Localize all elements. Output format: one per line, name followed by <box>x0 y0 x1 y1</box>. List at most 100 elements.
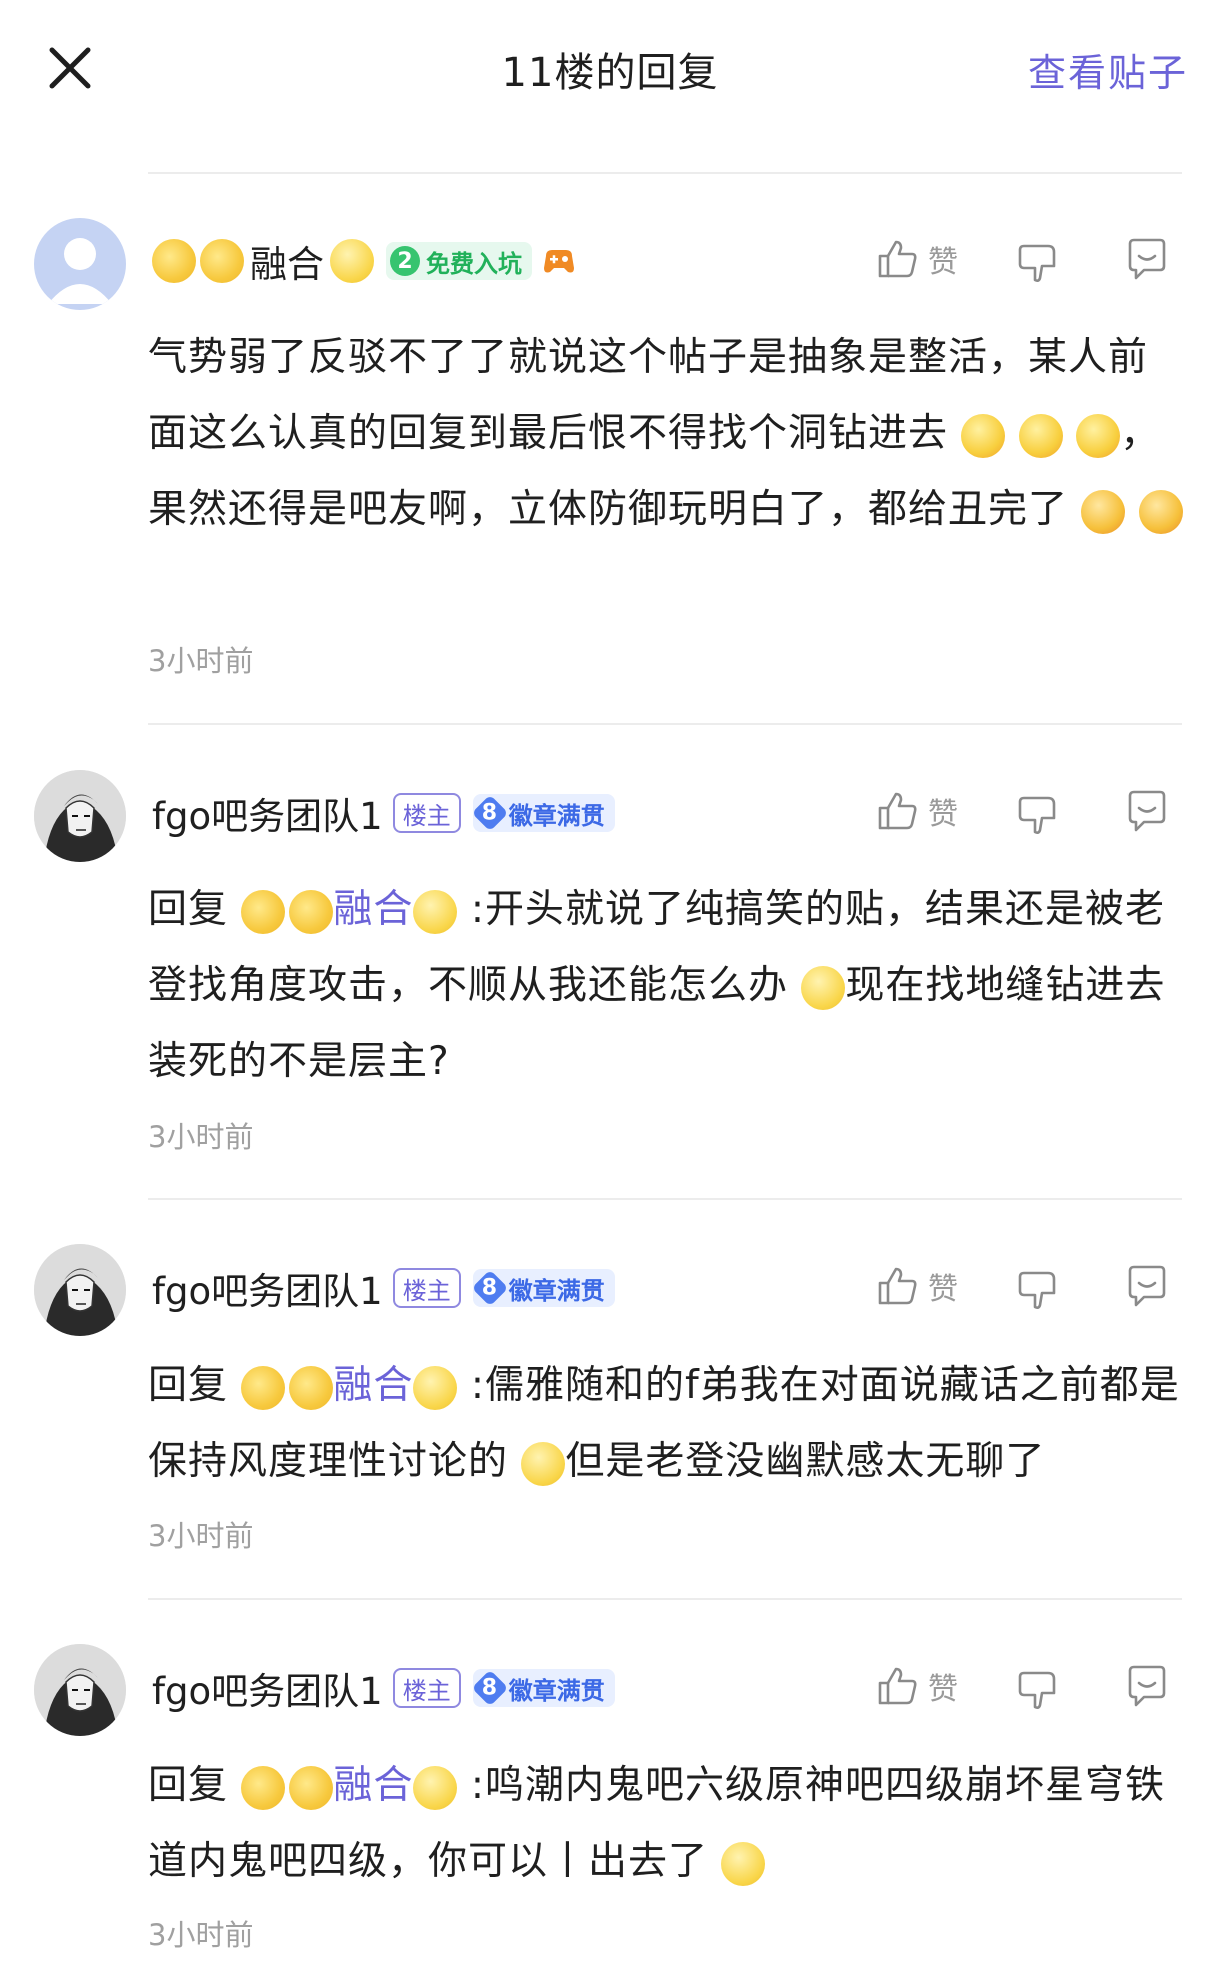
comment-text: 回复 融合 :开头就说了纯搞笑的贴，结果还是被老登找角度攻击，不顺从我还能怎么办… <box>148 872 1184 1100</box>
like-label: 赞 <box>928 1272 958 1307</box>
username-row[interactable]: 融合 2 免费入坑 <box>152 233 576 289</box>
timestamp: 3小时前 <box>148 1120 254 1154</box>
smile-emoji-icon <box>330 239 374 283</box>
owner-tag: 楼主 <box>392 1268 461 1308</box>
comment-text: 回复 融合 :儒雅随和的f弟我在对面说藏话之前都是保持风度理性讨论的 但是老登没… <box>148 1348 1184 1500</box>
laughing-emoji-icon <box>1018 413 1063 458</box>
close-button[interactable] <box>40 38 100 98</box>
reply-target-user[interactable]: 融合 <box>333 887 413 932</box>
like-button[interactable]: 赞 <box>874 1263 958 1309</box>
moon-emoji-icon <box>241 1365 286 1410</box>
manga-portrait-icon <box>34 1644 126 1736</box>
close-icon <box>49 47 91 89</box>
timestamp: 3小时前 <box>148 644 254 678</box>
like-label: 赞 <box>928 1672 958 1707</box>
divider <box>148 723 1182 725</box>
angry-emoji-icon <box>1081 489 1126 534</box>
moon-emoji-icon <box>289 1765 334 1810</box>
smile-emoji-icon <box>413 889 458 934</box>
avatar[interactable] <box>34 218 126 310</box>
level-number: 8 <box>471 1269 509 1307</box>
level-badge: 8 徽章满贯 <box>471 794 615 832</box>
view-post-link[interactable]: 查看贴子 <box>1028 42 1188 97</box>
smile-emoji-icon <box>721 1841 766 1886</box>
username: fgo吧务团队1 <box>152 1670 383 1713</box>
divider <box>148 1598 1182 1600</box>
moon-emoji-icon <box>289 1365 334 1410</box>
manga-portrait-icon <box>34 770 126 862</box>
owner-tag: 楼主 <box>392 793 461 833</box>
comment-text: 回复 融合 :鸣潮内鬼吧六级原神吧四级崩坏星穹铁道内鬼吧四级，你可以丨出去了 <box>148 1748 1184 1900</box>
avatar[interactable] <box>34 1244 126 1336</box>
owner-tag: 楼主 <box>392 1668 461 1708</box>
smile-emoji-icon <box>413 1365 458 1410</box>
avatar[interactable] <box>34 770 126 862</box>
shush-emoji-icon <box>801 965 846 1010</box>
badge-text: 免费入坑 <box>426 249 522 278</box>
dislike-button[interactable] <box>1016 792 1062 838</box>
badge-text: 徽章满贯 <box>508 801 605 830</box>
thumbs-down-icon <box>1018 1671 1056 1709</box>
level-badge: 8 徽章满贯 <box>471 1669 615 1707</box>
comment-text: 气势弱了反驳不了了就说这个帖子是抽象是整活，某人前面这么认真的回复到最后恨不得找… <box>148 320 1184 548</box>
default-avatar-icon <box>48 238 112 304</box>
laughing-emoji-icon <box>1076 413 1121 458</box>
reply-target-user[interactable]: 融合 <box>333 1763 413 1808</box>
top-bar: 11楼的回复 查看贴子 <box>0 0 1220 140</box>
angry-emoji-icon <box>1138 489 1183 534</box>
level-number-text: 8 <box>482 1275 498 1301</box>
comment-text-b: 但是老登没幽默感太无聊了 <box>565 1439 1046 1484</box>
comment-icon <box>1128 1265 1166 1307</box>
thumbs-up-icon <box>878 792 917 830</box>
thumbs-down-icon <box>1018 1271 1056 1309</box>
like-label: 赞 <box>928 797 958 832</box>
game-controller-icon <box>544 250 574 273</box>
username: fgo吧务团队1 <box>152 1270 383 1313</box>
level-number-text: 8 <box>482 800 498 826</box>
avatar[interactable] <box>34 1644 126 1736</box>
dislike-button[interactable] <box>1016 240 1062 286</box>
manga-portrait-icon <box>34 1244 126 1336</box>
reply-button[interactable] <box>1124 788 1170 834</box>
username: fgo吧务团队1 <box>152 795 383 838</box>
username-row[interactable]: fgo吧务团队1 楼主 8 徽章满贯 <box>152 1260 615 1316</box>
thumbs-up-icon <box>878 240 917 278</box>
thumbs-down-icon <box>1018 796 1056 834</box>
like-button[interactable]: 赞 <box>874 1663 958 1709</box>
laughing-emoji-icon <box>961 413 1006 458</box>
reply-target-user[interactable]: 融合 <box>333 1363 413 1408</box>
level-number: 8 <box>471 1669 509 1707</box>
level-badge: 8 徽章满贯 <box>471 1269 615 1307</box>
level-number: 8 <box>471 794 509 832</box>
level-badge: 2 免费入坑 <box>386 242 532 280</box>
reply-button[interactable] <box>1124 1263 1170 1309</box>
thumbs-up-icon <box>878 1667 917 1705</box>
smile-emoji-icon <box>413 1765 458 1810</box>
reply-prefix: 回复 <box>148 1363 229 1408</box>
timestamp: 3小时前 <box>148 1519 254 1553</box>
reply-prefix: 回复 <box>148 1763 229 1808</box>
dislike-button[interactable] <box>1016 1667 1062 1713</box>
comment-icon <box>1128 1665 1166 1707</box>
comment-icon <box>1128 790 1166 832</box>
moon-emoji-icon <box>289 889 334 934</box>
like-label: 赞 <box>928 245 958 280</box>
smile-emoji-icon <box>521 1441 566 1486</box>
moon-emoji-icon <box>241 889 286 934</box>
dislike-button[interactable] <box>1016 1267 1062 1313</box>
username: 融合 <box>250 243 324 286</box>
username-row[interactable]: fgo吧务团队1 楼主 8 徽章满贯 <box>152 1660 615 1716</box>
like-button[interactable]: 赞 <box>874 788 958 834</box>
comment-icon <box>1128 238 1166 280</box>
divider <box>148 172 1182 174</box>
reply-button[interactable] <box>1124 1663 1170 1709</box>
like-button[interactable]: 赞 <box>874 236 958 282</box>
divider <box>148 1198 1182 1200</box>
moon-emoji-icon <box>200 239 244 283</box>
username-row[interactable]: fgo吧务团队1 楼主 8 徽章满贯 <box>152 785 615 841</box>
reply-button[interactable] <box>1124 236 1170 282</box>
reply-prefix: 回复 <box>148 887 229 932</box>
level-number-text: 8 <box>482 1675 498 1701</box>
badge-text: 徽章满贯 <box>508 1276 605 1305</box>
level-number: 2 <box>390 246 420 276</box>
